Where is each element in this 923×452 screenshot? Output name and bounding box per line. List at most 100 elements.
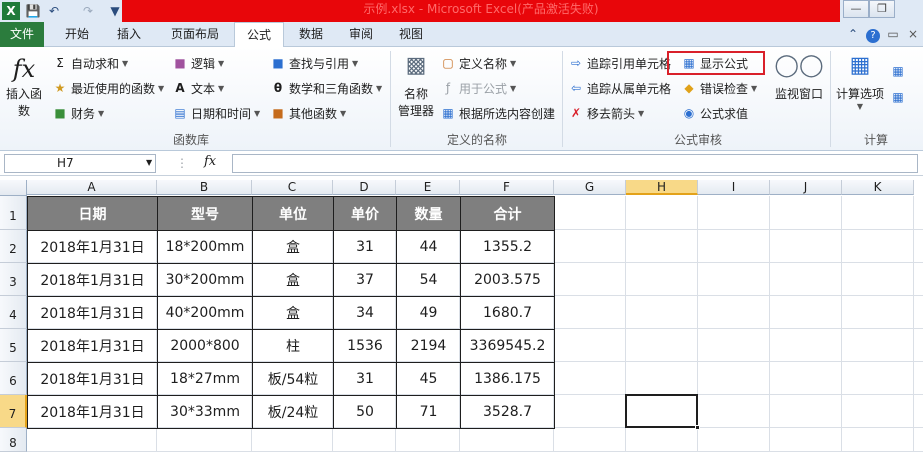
- column-header-h[interactable]: H: [626, 180, 698, 195]
- table-cell[interactable]: 3369545.2: [460, 329, 555, 363]
- table-cell[interactable]: 1680.7: [460, 296, 555, 330]
- selected-cell-h7[interactable]: [625, 394, 700, 430]
- column-header-e[interactable]: E: [396, 180, 460, 195]
- table-cell[interactable]: 2003.575: [460, 263, 555, 297]
- column-header-d[interactable]: D: [333, 180, 396, 195]
- tab-file[interactable]: 文件: [0, 22, 44, 47]
- watch-window-button[interactable]: ◯◯ 监视窗口: [772, 53, 826, 127]
- table-cell[interactable]: 71: [396, 395, 461, 429]
- datetime-button[interactable]: ▤ 日期和时间 ▼: [172, 103, 260, 123]
- table-cell[interactable]: 2018年1月31日: [27, 395, 158, 429]
- insert-function-button[interactable]: fx 插入函数: [2, 53, 46, 127]
- column-header-b[interactable]: B: [157, 180, 252, 195]
- table-cell[interactable]: 54: [396, 263, 461, 297]
- header-cell[interactable]: 单位: [252, 196, 334, 231]
- header-cell[interactable]: 日期: [27, 196, 158, 231]
- tab-page-layout[interactable]: 页面布局: [160, 22, 230, 47]
- formula-bar-splitter-icon[interactable]: ⋮: [176, 156, 188, 170]
- window-minimize-icon[interactable]: ▭: [884, 22, 902, 47]
- row-header-8[interactable]: 8: [0, 428, 27, 452]
- table-cell[interactable]: 37: [333, 263, 397, 297]
- row-header-7[interactable]: 7: [0, 395, 27, 428]
- tab-home[interactable]: 开始: [52, 22, 102, 47]
- name-box[interactable]: H7: [4, 154, 156, 173]
- customize-qat-icon[interactable]: ▼: [110, 2, 120, 20]
- insert-function-icon[interactable]: fx: [204, 154, 216, 169]
- table-cell[interactable]: 1536: [333, 329, 397, 363]
- row-header-1[interactable]: 1: [0, 196, 27, 230]
- spreadsheet-grid[interactable]: ABCDEFGHIJK 12345678 日期 型号 单位 单价 数量 合计 2…: [0, 180, 923, 452]
- more-functions-button[interactable]: ■ 其他函数 ▼: [270, 103, 346, 123]
- table-cell[interactable]: 2194: [396, 329, 461, 363]
- row-header-3[interactable]: 3: [0, 263, 27, 296]
- table-cell[interactable]: 40*200mm: [157, 296, 253, 330]
- formula-input[interactable]: [232, 154, 918, 173]
- table-cell[interactable]: 2018年1月31日: [27, 329, 158, 363]
- use-in-formula-button[interactable]: ƒ 用于公式 ▼: [440, 78, 516, 98]
- tab-review[interactable]: 审阅: [338, 22, 384, 47]
- calc-sheet-button[interactable]: ▦: [890, 87, 906, 107]
- window-close-icon[interactable]: ×: [904, 22, 922, 47]
- create-from-selection-button[interactable]: ▦ 根据所选内容创建: [440, 103, 555, 123]
- table-cell[interactable]: 2018年1月31日: [27, 362, 158, 396]
- table-cell[interactable]: 2018年1月31日: [27, 263, 158, 297]
- column-header-g[interactable]: G: [554, 180, 626, 195]
- table-cell[interactable]: 30*200mm: [157, 263, 253, 297]
- financial-button[interactable]: ■ 财务 ▼: [52, 103, 104, 123]
- column-header-j[interactable]: J: [770, 180, 842, 195]
- text-button[interactable]: A 文本 ▼: [172, 78, 224, 98]
- table-cell[interactable]: 49: [396, 296, 461, 330]
- row-header-2[interactable]: 2: [0, 230, 27, 263]
- table-cell[interactable]: 盒: [252, 296, 334, 330]
- header-cell[interactable]: 数量: [396, 196, 461, 231]
- column-header-f[interactable]: F: [460, 180, 554, 195]
- excel-app-icon[interactable]: X: [2, 2, 20, 20]
- minimize-ribbon-icon[interactable]: ⌃: [844, 22, 862, 47]
- table-cell[interactable]: 2018年1月31日: [27, 296, 158, 330]
- table-cell[interactable]: 盒: [252, 263, 334, 297]
- table-cell[interactable]: 板/24粒: [252, 395, 334, 429]
- redo-icon[interactable]: ↷: [78, 2, 98, 20]
- name-manager-button[interactable]: ▩ 名称 管理器: [394, 53, 438, 127]
- header-cell[interactable]: 单价: [333, 196, 397, 231]
- table-cell[interactable]: 31: [333, 230, 397, 264]
- table-cell[interactable]: 板/54粒: [252, 362, 334, 396]
- tab-insert[interactable]: 插入: [104, 22, 154, 47]
- lookup-button[interactable]: ■ 查找与引用 ▼: [270, 53, 358, 73]
- undo-icon[interactable]: ↶: [44, 2, 64, 20]
- table-cell[interactable]: 盒: [252, 230, 334, 264]
- trace-dependents-button[interactable]: ⇦ 追踪从属单元格: [568, 78, 671, 98]
- table-cell[interactable]: 2018年1月31日: [27, 230, 158, 264]
- table-cell[interactable]: 柱: [252, 329, 334, 363]
- tab-view[interactable]: 视图: [388, 22, 434, 47]
- table-cell[interactable]: 1386.175: [460, 362, 555, 396]
- calc-now-button[interactable]: ▦: [890, 61, 906, 81]
- recent-functions-button[interactable]: ★ 最近使用的函数 ▼: [52, 78, 165, 98]
- name-box-dropdown-icon[interactable]: ▼: [146, 158, 152, 167]
- logical-button[interactable]: ■ 逻辑 ▼: [172, 53, 224, 73]
- table-cell[interactable]: 3528.7: [460, 395, 555, 429]
- table-cell[interactable]: 44: [396, 230, 461, 264]
- row-header-5[interactable]: 5: [0, 329, 27, 362]
- minimize-button[interactable]: —: [843, 0, 869, 18]
- error-checking-button[interactable]: ◆ 错误检查 ▼: [681, 78, 757, 98]
- math-button[interactable]: θ 数学和三角函数 ▼: [270, 78, 382, 98]
- column-header-a[interactable]: A: [27, 180, 157, 195]
- table-cell[interactable]: 45: [396, 362, 461, 396]
- table-cell[interactable]: 34: [333, 296, 397, 330]
- table-cell[interactable]: 1355.2: [460, 230, 555, 264]
- column-header-c[interactable]: C: [252, 180, 333, 195]
- table-cell[interactable]: 18*27mm: [157, 362, 253, 396]
- table-cell[interactable]: 31: [333, 362, 397, 396]
- select-all-corner[interactable]: [0, 180, 27, 196]
- table-cell[interactable]: 18*200mm: [157, 230, 253, 264]
- remove-arrows-button[interactable]: ✗ 移去箭头 ▼: [568, 103, 644, 123]
- trace-precedents-button[interactable]: ⇨ 追踪引用单元格: [568, 53, 671, 73]
- restore-button[interactable]: ❐: [869, 0, 895, 18]
- save-icon[interactable]: 💾: [24, 2, 42, 20]
- header-cell[interactable]: 合计: [460, 196, 555, 231]
- row-header-4[interactable]: 4: [0, 296, 27, 329]
- tab-formulas[interactable]: 公式: [234, 22, 284, 48]
- define-name-button[interactable]: ▢ 定义名称 ▼: [440, 53, 516, 73]
- calc-options-button[interactable]: ▦ 计算选项 ▼: [834, 53, 886, 127]
